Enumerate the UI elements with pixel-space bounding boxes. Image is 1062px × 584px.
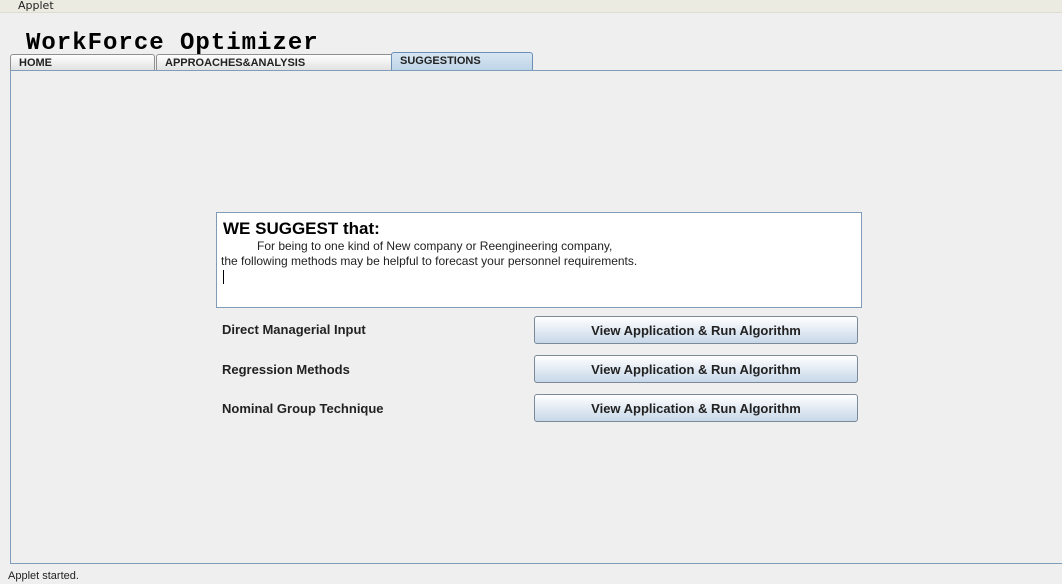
tab-suggestions[interactable]: SUGGESTIONS [391,52,533,71]
run-algorithm-button-regression-methods[interactable]: View Application & Run Algorithm [534,355,858,383]
suggestion-text-area[interactable]: WE SUGGEST that: For being to one kind o… [216,212,862,308]
suggestion-heading: WE SUGGEST that: [223,219,380,238]
method-label-direct-managerial-input: Direct Managerial Input [222,322,366,337]
applet-title-bar: Applet [0,0,1062,13]
applet-title: Applet [18,0,54,12]
text-caret [223,270,224,284]
run-algorithm-button-nominal-group-technique[interactable]: View Application & Run Algorithm [534,394,858,422]
suggestion-line-1: For being to one kind of New company or … [257,239,613,253]
run-algorithm-button-direct-managerial-input[interactable]: View Application & Run Algorithm [534,316,858,344]
suggestion-line-2: the following methods may be helpful to … [221,254,638,268]
tab-home[interactable]: HOME [10,54,155,70]
status-bar-text: Applet started. [8,570,79,582]
tab-approaches-analysis[interactable]: APPROACHES&ANALYSIS [156,54,396,70]
method-label-regression-methods: Regression Methods [222,362,350,377]
method-label-nominal-group-technique: Nominal Group Technique [222,401,384,416]
app-title: WorkForce Optimizer [26,30,319,57]
